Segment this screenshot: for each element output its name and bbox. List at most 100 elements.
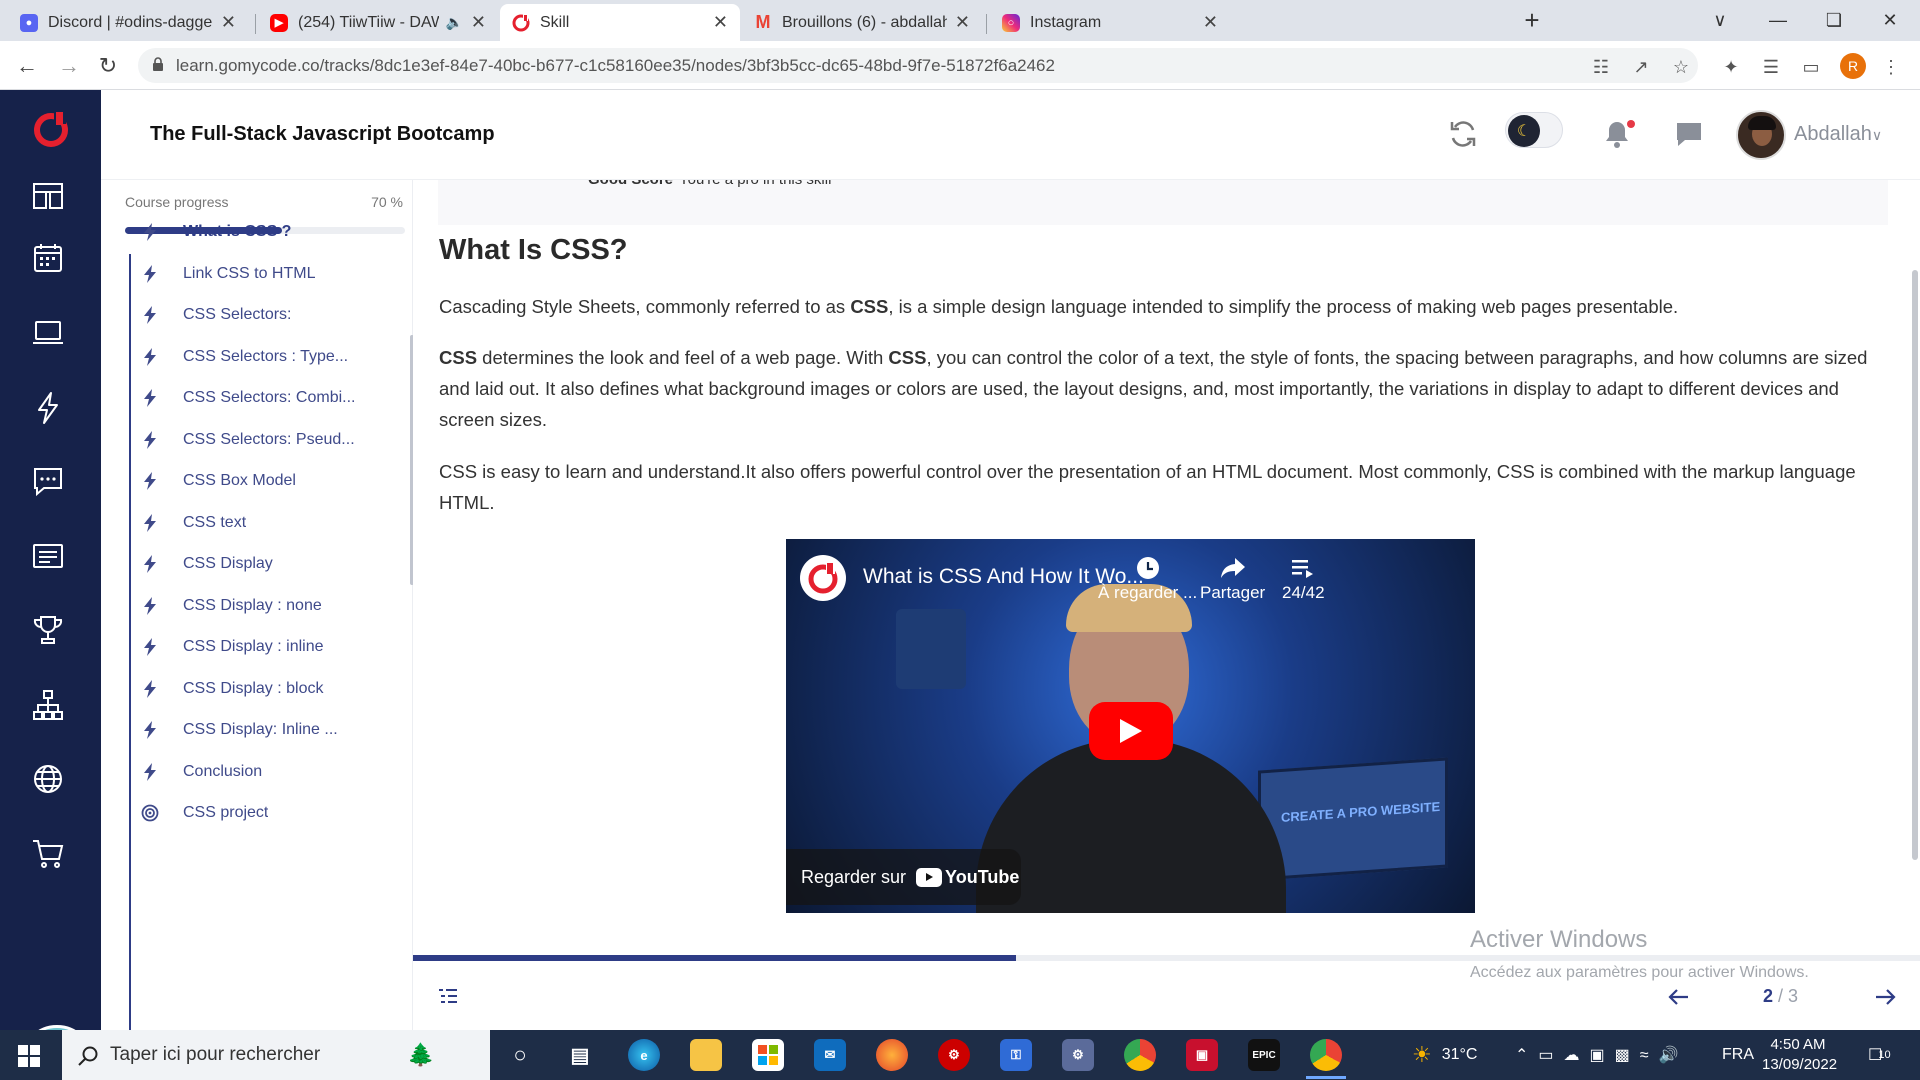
audio-muted-icon[interactable]: 🔈 — [445, 14, 462, 31]
widgets-icon[interactable]: ▤ — [564, 1039, 596, 1071]
share-icon[interactable]: ↗ — [1630, 56, 1652, 78]
windows-activation-watermark: Activer Windows Accédez aux paramètres p… — [1470, 926, 1809, 981]
lesson-item[interactable]: Conclusion — [141, 752, 403, 792]
tab-skill[interactable]: Skill ✕ — [500, 4, 740, 41]
lesson-item[interactable]: CSS Box Model — [141, 461, 403, 501]
username-menu[interactable]: Abdallah∨ — [1794, 123, 1882, 146]
close-window-button[interactable]: ✕ — [1862, 0, 1918, 41]
outline-list-icon[interactable] — [437, 986, 459, 1008]
lesson-item[interactable]: CSS Selectors : Type... — [141, 337, 403, 377]
app-header: The Full-Stack Javascript Bootcamp ☾ Abd… — [101, 90, 1920, 180]
windows-start-icon[interactable] — [18, 1045, 40, 1067]
task-view-icon[interactable]: ○ — [504, 1039, 536, 1071]
lesson-item[interactable]: CSS Selectors: Combi... — [141, 378, 403, 418]
close-tab-icon[interactable]: ✕ — [1203, 12, 1218, 33]
bolt-icon — [141, 430, 159, 449]
translate-icon[interactable]: ☷ — [1590, 56, 1612, 78]
articles-icon[interactable] — [30, 538, 66, 574]
tab-youtube[interactable]: ▶ (254) TiiwTiiw - DAWDAW ft 🔈 ✕ — [258, 4, 498, 41]
video-embed[interactable]: CREATE A PRO WEBSITE What is CSS And How… — [786, 539, 1475, 913]
minimize-button[interactable]: — — [1750, 0, 1806, 41]
restore-button[interactable]: ❏ — [1806, 0, 1862, 41]
video-app-icon[interactable]: ▣ — [1186, 1039, 1218, 1071]
chrome-active-icon[interactable] — [1310, 1039, 1342, 1071]
globe-icon[interactable] — [30, 761, 66, 797]
user-avatar[interactable] — [1736, 110, 1786, 160]
epic-games-icon[interactable]: EPIC — [1248, 1039, 1280, 1071]
watch-on-youtube-button[interactable]: Regarder sur YouTube — [786, 849, 1021, 905]
tab-discord[interactable]: ● Discord | #odins-daggers | GMC ✕ — [8, 4, 248, 41]
weather-widget[interactable]: ☀ 31°C — [1412, 1030, 1477, 1080]
browser-menu-icon[interactable]: ⋮ — [1880, 56, 1902, 78]
reload-button[interactable]: ↻ — [93, 51, 123, 81]
tab-gmail[interactable]: M Brouillons (6) - abdallah.lahdheri ✕ — [742, 4, 982, 41]
target-icon — [141, 804, 159, 822]
chrome-icon[interactable] — [1124, 1039, 1156, 1071]
skills-bolt-icon[interactable] — [30, 390, 66, 426]
lesson-item[interactable]: CSS Display : none — [141, 586, 403, 626]
file-explorer-icon[interactable] — [690, 1039, 722, 1071]
paragraph-summary: CSS is easy to learn and understand.It a… — [439, 461, 1856, 513]
watch-later-button[interactable]: À regarder ... — [1098, 553, 1197, 603]
gomycode-logo[interactable] — [32, 110, 70, 148]
main-scrollbar[interactable] — [1912, 270, 1918, 860]
firefox-icon[interactable] — [876, 1039, 908, 1071]
close-tab-icon[interactable]: ✕ — [221, 12, 236, 33]
moon-icon: ☾ — [1508, 115, 1540, 147]
close-tab-icon[interactable]: ✕ — [471, 12, 486, 33]
trophy-icon[interactable] — [30, 612, 66, 648]
laptop-icon[interactable] — [30, 315, 66, 351]
dark-mode-toggle[interactable]: ☾ — [1505, 112, 1563, 148]
language-indicator[interactable]: FRA — [1722, 1030, 1754, 1080]
back-button[interactable]: ← — [12, 51, 42, 81]
page-indicator: 2 / 3 — [1763, 986, 1799, 1006]
lesson-item[interactable]: Link CSS to HTML — [141, 254, 403, 294]
next-page-arrow-icon[interactable] — [1872, 984, 1898, 1010]
bookmark-star-icon[interactable]: ☆ — [1670, 56, 1692, 78]
new-tab-button[interactable]: + — [1504, 0, 1560, 41]
profile-avatar[interactable]: R — [1840, 53, 1866, 79]
play-button[interactable] — [1089, 702, 1173, 760]
dashboard-icon[interactable] — [30, 178, 66, 214]
cart-icon[interactable] — [30, 835, 66, 871]
lesson-item[interactable]: CSS project — [141, 793, 403, 833]
mail-icon[interactable]: ✉ — [814, 1039, 846, 1071]
extensions-icon[interactable]: ✦ — [1720, 56, 1742, 78]
gaming-app-icon[interactable]: ⚙ — [938, 1039, 970, 1071]
bolt-icon — [141, 596, 159, 615]
taskbar-search-box[interactable]: Taper ici pour rechercher 🌲 — [62, 1030, 490, 1080]
side-panel-icon[interactable]: ▭ — [1800, 56, 1822, 78]
chat-icon[interactable] — [1673, 118, 1705, 150]
forward-button[interactable]: → — [54, 51, 84, 81]
lesson-item[interactable]: What is CSS ? — [141, 212, 403, 252]
hierarchy-icon[interactable] — [30, 687, 66, 723]
calendar-icon[interactable] — [30, 240, 66, 276]
tab-instagram[interactable]: ○ Instagram ✕ — [990, 4, 1230, 41]
sync-icon[interactable] — [1447, 118, 1479, 150]
notification-center-icon[interactable]: ☐ 10 — [1868, 1030, 1891, 1080]
channel-logo[interactable] — [800, 555, 846, 601]
media-control-icon[interactable]: ☰ — [1760, 56, 1782, 78]
close-tab-icon[interactable]: ✕ — [713, 12, 728, 33]
store-icon[interactable] — [752, 1039, 784, 1071]
lesson-item[interactable]: CSS Selectors: — [141, 295, 403, 335]
lesson-item[interactable]: CSS Display: Inline ... — [141, 710, 403, 750]
lesson-item[interactable]: CSS Display : inline — [141, 627, 403, 667]
playlist-icon — [1292, 560, 1314, 578]
lesson-item[interactable]: CSS Selectors: Pseud... — [141, 420, 403, 460]
lesson-item[interactable]: CSS Display : block — [141, 669, 403, 709]
lesson-item[interactable]: CSS Display — [141, 544, 403, 584]
settings-app-icon[interactable]: ⚙ — [1062, 1039, 1094, 1071]
tab-search-icon[interactable]: ∨ — [1692, 0, 1748, 41]
messages-icon[interactable] — [30, 463, 66, 499]
url-bar[interactable]: learn.gomycode.co/tracks/8dc1e3ef-84e7-4… — [138, 48, 1698, 83]
lesson-item[interactable]: CSS text — [141, 503, 403, 543]
playlist-button[interactable]: 24/42 — [1282, 553, 1325, 603]
share-button[interactable]: Partager — [1200, 553, 1265, 603]
edge-icon[interactable]: e — [628, 1039, 660, 1071]
security-shield-icon[interactable]: ⚿ — [1000, 1039, 1032, 1071]
close-tab-icon[interactable]: ✕ — [955, 12, 970, 33]
system-tray-icons[interactable]: ⌃▭☁▣▩≈🔊 — [1515, 1030, 1688, 1080]
previous-page-arrow-icon[interactable] — [1666, 984, 1692, 1010]
taskbar-clock[interactable]: 4:50 AM 13/09/2022 — [1762, 1035, 1837, 1075]
